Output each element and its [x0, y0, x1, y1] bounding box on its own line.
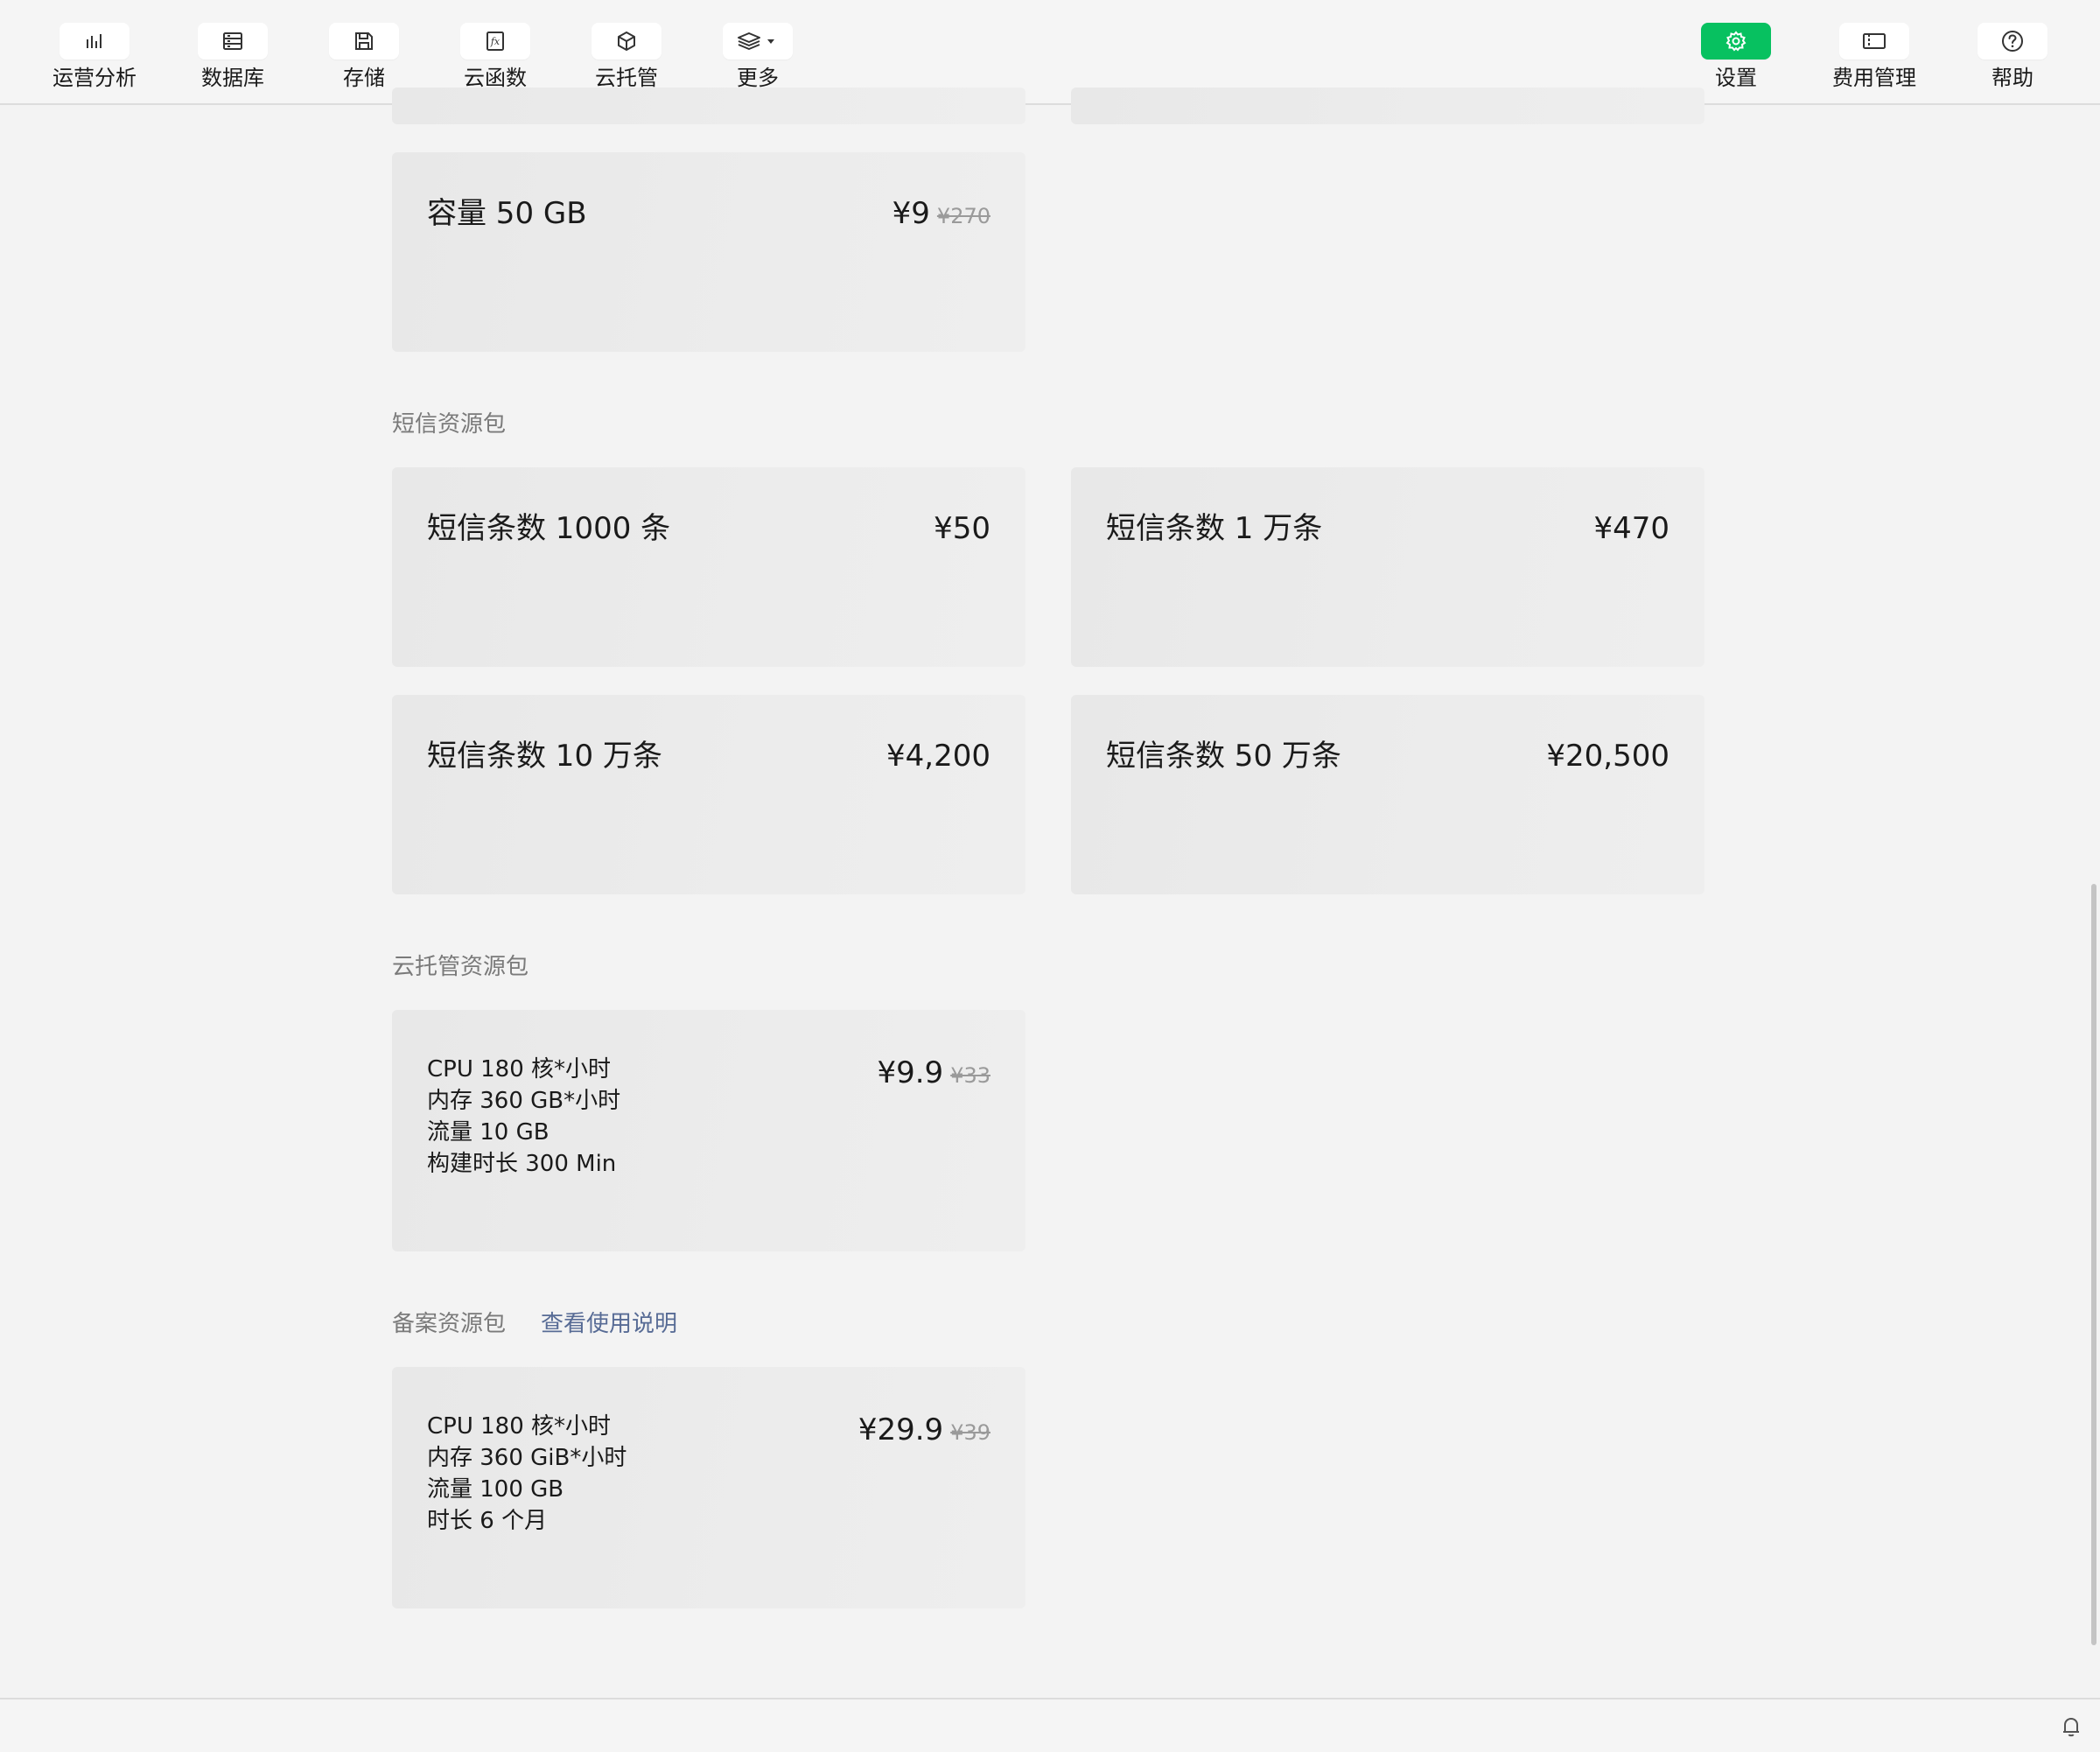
toolbar-item-label: 帮助	[1992, 66, 2034, 90]
partial-card	[1071, 88, 1704, 124]
card-price: ¥20,500	[1546, 739, 1670, 774]
spec-line: 流量 100 GB	[427, 1476, 564, 1503]
toolbar-item-label: 数据库	[201, 66, 264, 90]
spec-line: 流量 10 GB	[427, 1119, 550, 1146]
card-title: 短信条数 10 万条	[427, 739, 662, 774]
bar-chart-icon	[60, 23, 130, 60]
partial-card	[392, 88, 1026, 124]
function-icon: fx	[460, 23, 530, 60]
spec-line: CPU 180 核*小时	[427, 1056, 612, 1083]
toolbar-item-billing[interactable]: 费用管理	[1804, 0, 1944, 103]
svg-text:fx: fx	[490, 36, 500, 47]
spec-line: 内存 360 GiB*小时	[427, 1445, 627, 1471]
sms-pack-card[interactable]: 短信条数 1000 条 ¥50	[392, 467, 1026, 667]
bottom-status-bar	[0, 1698, 2100, 1752]
save-icon	[329, 23, 399, 60]
usage-guide-link[interactable]: 查看使用说明	[541, 1309, 677, 1339]
card-price: ¥470	[1593, 511, 1670, 546]
cube-icon	[592, 23, 662, 60]
current-price: ¥9	[892, 196, 930, 231]
card-title: 短信条数 1000 条	[427, 511, 671, 546]
card-description: CPU 180 核*小时 内存 360 GB*小时 流量 10 GB 构建时长 …	[427, 1054, 620, 1180]
toolbar-item-help[interactable]: 帮助	[1942, 0, 2082, 103]
card-price: ¥50	[934, 511, 990, 546]
ticket-icon	[1839, 23, 1909, 60]
chevron-down-icon	[767, 39, 774, 44]
top-toolbar: 运营分析 数据库 存储 fx 云函数 云托管 更多 设置 费用管理 帮助	[0, 0, 2100, 105]
card-price: ¥9 ¥270	[892, 194, 990, 235]
toolbar-item-label: 运营分析	[52, 66, 136, 90]
spec-line: 时长 6 个月	[427, 1508, 548, 1534]
filing-pack-card[interactable]: CPU 180 核*小时 内存 360 GiB*小时 流量 100 GB 时长 …	[392, 1367, 1026, 1608]
card-title: 容量 50 GB	[427, 196, 587, 231]
spec-line: CPU 180 核*小时	[427, 1413, 612, 1440]
sms-pack-card[interactable]: 短信条数 50 万条 ¥20,500	[1071, 695, 1704, 894]
card-price: ¥29.9 ¥39	[858, 1411, 990, 1452]
storage-pack-card[interactable]: 容量 50 GB ¥9 ¥270	[392, 152, 1026, 352]
original-price: ¥270	[936, 204, 990, 228]
help-icon	[1978, 23, 2048, 60]
current-price: ¥9.9	[877, 1055, 944, 1090]
gear-icon	[1701, 23, 1771, 60]
toolbar-item-label: 存储	[343, 66, 385, 90]
card-title: 短信条数 50 万条	[1106, 739, 1341, 774]
toolbar-item-label: 设置	[1715, 66, 1757, 90]
layers-icon	[723, 23, 793, 60]
sms-pack-card[interactable]: 短信条数 1 万条 ¥470	[1071, 467, 1704, 667]
section-title-cloudrun: 云托管资源包	[392, 954, 529, 980]
card-price: ¥9.9 ¥33	[877, 1054, 990, 1095]
card-title: 短信条数 1 万条	[1106, 511, 1323, 546]
section-title-filing: 备案资源包	[392, 1311, 507, 1337]
original-price: ¥39	[950, 1420, 990, 1445]
cloudrun-pack-card[interactable]: CPU 180 核*小时 内存 360 GB*小时 流量 10 GB 构建时长 …	[392, 1010, 1026, 1251]
bell-icon[interactable]	[2058, 1713, 2084, 1740]
section-title-sms: 短信资源包	[392, 411, 507, 438]
database-icon	[198, 23, 268, 60]
spec-line: 内存 360 GB*小时	[427, 1088, 621, 1114]
toolbar-item-label: 费用管理	[1832, 66, 1916, 90]
current-price: ¥29.9	[858, 1412, 944, 1447]
original-price: ¥33	[950, 1063, 990, 1088]
vertical-scrollbar[interactable]	[2091, 884, 2096, 1645]
card-price: ¥4,200	[886, 739, 990, 774]
toolbar-item-database[interactable]: 数据库	[163, 0, 303, 103]
card-description: CPU 180 核*小时 内存 360 GiB*小时 流量 100 GB 时长 …	[427, 1411, 626, 1537]
spec-line: 构建时长 300 Min	[427, 1151, 617, 1177]
toolbar-item-analytics[interactable]: 运营分析	[24, 0, 164, 103]
sms-pack-card[interactable]: 短信条数 10 万条 ¥4,200	[392, 695, 1026, 894]
